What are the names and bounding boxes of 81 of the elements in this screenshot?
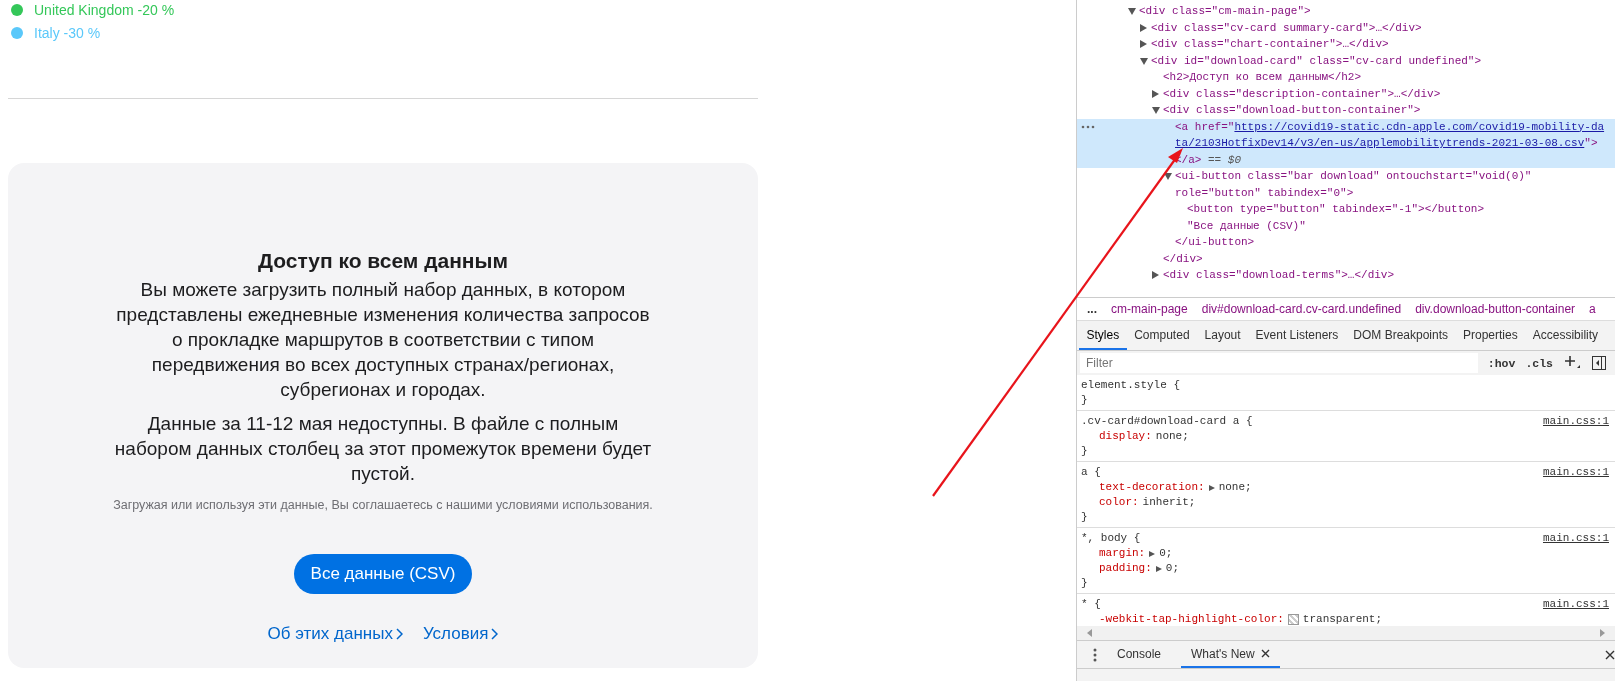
css-property[interactable]: padding: [1099, 561, 1152, 576]
css-value[interactable]: 0; [1165, 561, 1179, 576]
panel-tab[interactable]: Computed [1126, 321, 1198, 350]
dom-node[interactable]: <div class="cv-card summary-card">…</div> [1151, 19, 1609, 36]
drawer-tab[interactable]: Console [1107, 641, 1172, 668]
kebab-menu-icon[interactable] [1093, 647, 1097, 662]
breadcrumb-more[interactable]: ... [1087, 302, 1097, 316]
css-value[interactable]: transparent; [1302, 612, 1383, 626]
expand-triangle-icon[interactable] [1152, 89, 1159, 98]
color-swatch-icon[interactable] [1287, 614, 1299, 625]
source-link[interactable]: main.css:1 [1543, 531, 1609, 546]
filter-field[interactable]: Filter [1080, 353, 1478, 373]
dom-node[interactable]: <div class="download-terms">…</div> [1163, 267, 1609, 284]
css-selector: element.style { [1081, 378, 1181, 393]
close-icon[interactable] [1260, 649, 1270, 658]
panel-tab[interactable]: Properties [1455, 321, 1526, 350]
dom-node[interactable]: <div class="chart-container">…</div> [1151, 36, 1609, 53]
panel-tab[interactable]: Layout [1197, 321, 1249, 350]
css-selector: .cv-card#download-card a { [1081, 414, 1253, 429]
source-link[interactable]: main.css:1 [1543, 414, 1609, 429]
close-icon[interactable] [1605, 649, 1615, 660]
sidebar-toggle-icon[interactable] [1591, 355, 1607, 371]
expand-triangle-icon[interactable] [1140, 57, 1148, 65]
horizontal-scrollbar[interactable] [1077, 626, 1615, 641]
dom-node[interactable]: <h2>Доступ ко всем данным</h2> [1163, 69, 1609, 86]
dom-node[interactable]: <div class="download-button-container"> [1163, 102, 1609, 119]
css-property[interactable]: color: [1099, 495, 1139, 510]
css-property[interactable]: -webkit-tap-highlight-color: [1099, 612, 1284, 626]
source-link[interactable]: main.css:1 [1543, 597, 1609, 612]
panel-tab[interactable]: Accessibility [1525, 321, 1606, 350]
closing-brace: } [1081, 444, 1089, 459]
source-link[interactable]: main.css:1 [1543, 465, 1609, 480]
css-selector: a { [1081, 465, 1101, 480]
css-selector: *, body { [1081, 531, 1141, 546]
expand-triangle-icon[interactable] [1152, 271, 1159, 279]
expand-triangle-icon[interactable] [1208, 484, 1215, 491]
more-icon[interactable] [1081, 124, 1095, 129]
dom-node[interactable]: <ui-button class="bar download" ontouchstart="void(0)" role="button" tabindex="0"> [1175, 168, 1609, 201]
css-property[interactable]: text-decoration: [1099, 480, 1205, 495]
chevron-icon [491, 628, 499, 640]
breadcrumb-item[interactable]: a [1589, 302, 1596, 316]
css-selector: * { [1081, 597, 1101, 612]
breadcrumb-item[interactable]: cm-main-page [1111, 302, 1188, 316]
closing-brace: } [1081, 393, 1089, 408]
closing-brace: } [1081, 510, 1089, 525]
breadcrumb-item[interactable]: div.download-button-container [1415, 302, 1576, 316]
description-text: Данные за 11-12 мая недоступны. В файле с полным набором данных столбец за этот промежуток времени будет пустой. [113, 412, 653, 486]
dom-node[interactable]: <div class="cm-main-page"> [1139, 3, 1609, 20]
chevron-icon [395, 628, 403, 640]
css-property[interactable]: display: [1099, 429, 1152, 444]
css-value[interactable]: none; [1155, 429, 1189, 444]
panel-tab[interactable]: Event Listeners [1248, 321, 1346, 350]
css-value[interactable]: none; [1218, 480, 1252, 495]
dom-node[interactable]: <div id="download-card" class="cv-card undefined"> [1151, 52, 1609, 69]
dom-node[interactable]: </div> [1163, 250, 1609, 267]
css-property[interactable]: margin: [1099, 546, 1146, 561]
dom-node[interactable]: </ui-button> [1175, 234, 1609, 251]
closing-brace: } [1081, 576, 1089, 591]
filter-toggle[interactable]: :hov [1487, 356, 1516, 370]
filter-toggle[interactable]: .cls [1525, 356, 1553, 370]
dom-node[interactable]: <div class="description-container">…</div> [1163, 85, 1609, 102]
breadcrumb-item[interactable]: div#download-card.cv-card.undefined [1201, 302, 1402, 316]
panel-tab[interactable]: DOM Breakpoints [1345, 321, 1456, 350]
card-link[interactable]: Об этих данных [267, 624, 403, 644]
legend-label: United Kingdom -20 % [34, 2, 175, 18]
card-title: Доступ ко всем данным [258, 249, 508, 273]
dom-node[interactable]: <button type="button" tabindex="-1"></button> [1187, 201, 1609, 218]
download-csv-button[interactable]: Все данные (CSV) [293, 554, 473, 594]
card-link[interactable]: Условия [422, 624, 499, 644]
css-value[interactable]: 0; [1159, 546, 1173, 561]
expand-triangle-icon[interactable] [1149, 550, 1156, 557]
css-value[interactable]: inherit; [1142, 495, 1196, 510]
expand-triangle-icon[interactable] [1128, 8, 1136, 15]
description-text: Вы можете загрузить полный набор данных, в котором представлены ежедневные изменения количества запросов о прокладке маршрутов в соответствии с типом передвижения во всех доступных странах/регионах, субрегионах и городах. [115, 278, 651, 402]
expand-triangle-icon[interactable] [1140, 40, 1147, 48]
expand-triangle-icon[interactable] [1155, 565, 1162, 572]
terms-note: Загружая или используя эти данные, Вы соглашаетесь с нашими условиями использования. [113, 498, 653, 512]
expand-triangle-icon[interactable] [1164, 173, 1172, 180]
dom-node[interactable]: "Все данные (CSV)" [1187, 217, 1609, 234]
legend-label: Italy -30 % [34, 25, 101, 41]
expand-triangle-icon[interactable] [1140, 23, 1147, 32]
